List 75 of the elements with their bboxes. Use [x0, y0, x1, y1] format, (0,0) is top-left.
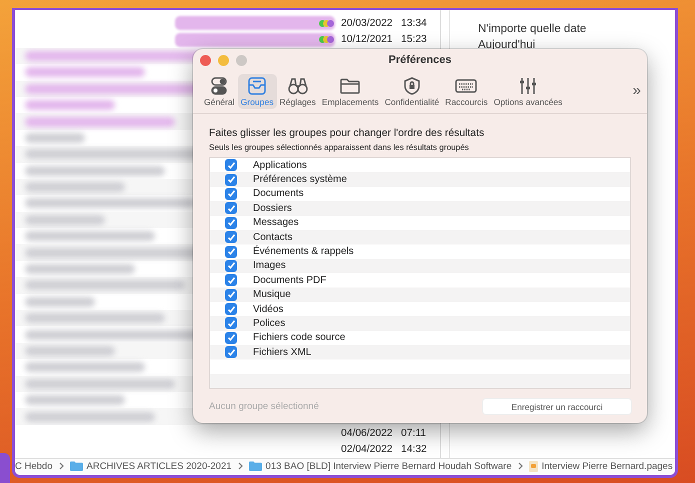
checkbox[interactable] [225, 303, 237, 316]
time-cell: 13:34 [401, 18, 427, 29]
checkbox[interactable] [225, 346, 237, 358]
tag-dots-icon [322, 36, 334, 44]
checkbox[interactable] [225, 274, 237, 286]
blurred-row [25, 296, 95, 307]
binoculars-icon [286, 76, 310, 96]
checkbox[interactable] [225, 260, 237, 272]
path-item[interactable]: Interview Pierre Bernard.pages [542, 460, 673, 472]
checkbox[interactable] [225, 288, 237, 301]
toolbar-tab[interactable]: Confidentialité [382, 74, 442, 109]
hint-text: Seuls les groupes sélectionnés apparaissent dans les résultats groupés [209, 143, 470, 152]
group-row[interactable]: Documents [210, 186, 630, 202]
group-name: Images [253, 260, 286, 272]
chevron-icon [58, 462, 64, 470]
window-title: Préférences [388, 54, 452, 66]
date-cell: 02/04/2022 [341, 444, 393, 456]
checkbox[interactable] [225, 216, 237, 229]
group-row[interactable]: Vidéos [210, 302, 630, 316]
blurred-row [25, 132, 85, 143]
group-name: Documents PDF [253, 274, 326, 286]
group-name: Fichiers XML [253, 346, 312, 358]
path-item[interactable]: C Hebdo [15, 460, 52, 472]
toolbar-tab[interactable]: Général [201, 74, 238, 109]
group-name: Préférences système [253, 174, 347, 186]
group-row[interactable]: Événements & rappels [210, 244, 630, 259]
path-item[interactable]: ARCHIVES ARTICLES 2020-2021 [86, 460, 232, 472]
group-name: Dossiers [253, 202, 292, 214]
group-row[interactable]: Applications [210, 158, 630, 172]
group-name: Vidéos [253, 304, 284, 315]
folder-icon [70, 461, 82, 471]
date-cell: 10/12/2021 [341, 34, 393, 46]
group-name: Messages [253, 217, 299, 228]
checkbox[interactable] [225, 332, 237, 344]
tag-dots-icon [322, 20, 334, 27]
time-cell: 14:32 [401, 444, 427, 456]
chevron-icon [518, 462, 523, 470]
group-row[interactable]: Documents PDF [210, 273, 630, 288]
group-row[interactable]: Messages [210, 216, 630, 230]
checkbox[interactable] [225, 246, 237, 258]
checkbox[interactable] [225, 202, 237, 214]
date-cell: 04/06/2022 [341, 428, 393, 439]
toolbar-tab[interactable]: Emplacements [318, 74, 382, 109]
time-cell: 15:23 [401, 34, 427, 46]
chevron-icon [238, 462, 243, 470]
checkbox[interactable] [225, 174, 237, 186]
document-icon [528, 460, 538, 472]
window-edge [0, 453, 10, 483]
checkbox[interactable] [225, 159, 237, 172]
more-tabs-button[interactable]: » [632, 82, 641, 98]
path-item[interactable]: 013 BAO [BLD] Interview Pierre Bernard Houdah Software [266, 460, 512, 472]
toolbar-tab[interactable]: Réglages [276, 74, 319, 109]
group-row[interactable]: Fichiers code source [210, 330, 630, 346]
checkbox[interactable] [225, 231, 237, 244]
folder-icon [338, 76, 362, 96]
group-name: Polices [253, 318, 286, 329]
toolbar-tab[interactable]: Raccourcis [442, 74, 491, 109]
date-filter-item[interactable]: N'importe quelle date [478, 21, 675, 37]
group-name: Applications [253, 160, 307, 171]
checkbox[interactable] [225, 188, 237, 200]
group-name: Contacts [253, 232, 292, 243]
group-name: Musique [253, 289, 291, 300]
time-cell: 07:11 [401, 428, 426, 439]
instruction-text: Faites glisser les groupes pour changer l'ordre des résultats [209, 128, 486, 139]
checkbox[interactable] [225, 317, 237, 330]
toolbar-tab[interactable]: Options avancées [490, 74, 566, 109]
group-name: Événements & rappels [253, 246, 354, 258]
group-name: Fichiers code source [253, 332, 346, 344]
date-filter-item[interactable]: Aujourd'hui [478, 37, 675, 53]
folder-icon [248, 461, 262, 471]
status-text: Aucun groupe sélectionné [209, 401, 319, 412]
record-shortcut-button[interactable]: Enregistrer un raccourci [483, 399, 631, 414]
close-button[interactable] [200, 55, 211, 66]
date-cell: 20/03/2022 [341, 18, 393, 29]
group-name: Documents [253, 188, 304, 200]
